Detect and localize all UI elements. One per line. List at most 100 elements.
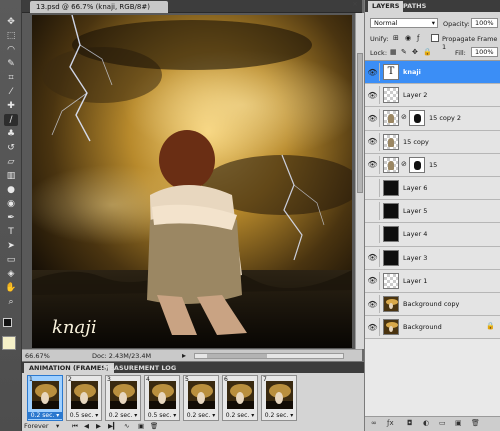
visibility-eye-icon[interactable]: 👁 [366, 132, 380, 151]
path-select-tool-icon[interactable]: ➤ [4, 240, 18, 252]
pen-tool-icon[interactable]: ✒ [4, 212, 18, 224]
clone-stamp-tool-icon[interactable]: ♣ [4, 128, 18, 140]
layer-thumbnail[interactable] [383, 296, 399, 312]
opacity-field[interactable]: 100% [471, 18, 498, 28]
animation-frame[interactable]: 1 0.2 sec. ▾ [27, 375, 63, 421]
new-frame-icon[interactable]: ▣ [138, 422, 144, 430]
layer-mask-thumbnail[interactable] [409, 110, 425, 127]
layer-thumbnail[interactable] [383, 226, 399, 243]
visibility-eye-icon[interactable]: 👁 [366, 155, 380, 174]
animation-frame[interactable]: 7 0.2 sec. ▾ [261, 375, 297, 421]
zoom-level[interactable]: 66.67% [25, 352, 50, 360]
vertical-scroll-thumb[interactable] [357, 53, 363, 193]
animation-frame[interactable]: 2 0.5 sec. ▾ [66, 375, 102, 421]
frame-delay[interactable]: 0.2 sec. ▾ [106, 412, 140, 419]
visibility-eye-icon[interactable]: 👁 [366, 318, 380, 337]
layer-mask-thumbnail[interactable] [409, 156, 425, 173]
canvas-area[interactable]: knaji [22, 13, 362, 349]
fill-field[interactable]: 100% [471, 47, 498, 57]
vertical-scrollbar[interactable] [355, 13, 364, 349]
frame-delay[interactable]: 0.2 sec. ▾ [262, 412, 296, 419]
blend-mode-select[interactable]: Normal ▾ [370, 18, 438, 28]
loop-dropdown-icon[interactable]: ▾ [56, 422, 59, 430]
layer-row[interactable]: 👁 15 copy [365, 130, 500, 154]
layer-thumbnail[interactable] [383, 87, 399, 104]
frame-delay[interactable]: 0.2 sec. ▾ [184, 412, 218, 419]
shape-tool-icon[interactable]: ▭ [4, 254, 18, 266]
unify-visibility-icon[interactable]: ◉ [405, 34, 411, 42]
visibility-eye-icon[interactable]: 👁 [366, 295, 380, 313]
frame-delay[interactable]: 0.5 sec. ▾ [145, 412, 179, 419]
tween-icon[interactable]: ∿ [124, 422, 129, 430]
tab-measurement-log[interactable]: MEASUREMENT LOG [98, 363, 181, 373]
visibility-eye-icon[interactable]: 👁 [366, 248, 380, 267]
layer-thumbnail[interactable] [383, 249, 399, 266]
close-icon[interactable]: × [352, 0, 358, 8]
lasso-tool-icon[interactable]: ◠ [4, 44, 18, 56]
zoom-tool-icon[interactable]: ⌕ [4, 296, 18, 308]
quick-mask-swatch[interactable] [2, 336, 16, 350]
layer-thumbnail[interactable] [383, 133, 399, 150]
visibility-eye-icon[interactable]: 👁 [366, 63, 380, 81]
frame-delay[interactable]: 0.2 sec. ▾ [223, 412, 257, 419]
visibility-eye-icon[interactable]: 👁 [366, 86, 380, 105]
layer-mask-icon[interactable]: ◘ [407, 419, 413, 427]
layer-thumbnail[interactable]: T [383, 64, 399, 80]
status-menu-arrow-icon[interactable]: ▸ [182, 351, 186, 360]
visibility-eye-icon[interactable] [366, 179, 380, 197]
dodge-tool-icon[interactable]: ◉ [4, 198, 18, 210]
move-tool-icon[interactable]: ✥ [4, 16, 18, 28]
layer-row[interactable]: 👁 Layer 3 [365, 246, 500, 270]
animation-frame[interactable]: 4 0.5 sec. ▾ [144, 375, 180, 421]
prev-frame-icon[interactable]: ◀ [84, 422, 89, 430]
history-brush-tool-icon[interactable]: ↺ [4, 142, 18, 154]
eraser-tool-icon[interactable]: ▱ [4, 156, 18, 168]
crop-tool-icon[interactable]: ⌗ [4, 72, 18, 84]
group-folder-icon[interactable]: ▭ [439, 419, 446, 427]
layer-style-icon[interactable]: ƒx [387, 419, 394, 427]
unify-position-icon[interactable]: ⊞ [393, 34, 399, 42]
layer-row[interactable]: 👁 Tknaji [365, 61, 500, 85]
healing-tool-icon[interactable]: ✚ [4, 100, 18, 112]
layer-row[interactable]: Layer 5 [365, 200, 500, 224]
unify-style-icon[interactable]: ƒ [417, 34, 419, 42]
layer-thumbnail[interactable] [383, 319, 399, 336]
gradient-tool-icon[interactable]: ▥ [4, 170, 18, 182]
layer-thumbnail[interactable] [383, 110, 399, 127]
first-frame-icon[interactable]: ⏮ [72, 422, 78, 431]
horizontal-scrollbar[interactable] [194, 353, 344, 359]
brush-tool-icon[interactable]: ∕ [4, 114, 18, 126]
layer-row[interactable]: Layer 6 [365, 177, 500, 201]
link-layers-icon[interactable]: ∞ [371, 419, 377, 427]
layer-row[interactable]: 👁 ⊘ 15 [365, 153, 500, 177]
play-icon[interactable]: ▶ [96, 422, 101, 430]
frame-delay[interactable]: 0.2 sec. ▾ [28, 412, 62, 419]
layer-row[interactable]: 👁 ⊘ 15 copy 2 [365, 107, 500, 131]
marquee-tool-icon[interactable]: ⬚ [4, 30, 18, 42]
lock-pixels-icon[interactable]: ✎ [401, 48, 407, 56]
mask-link-icon[interactable]: ⊘ [401, 113, 407, 121]
3d-tool-icon[interactable]: ◈ [4, 268, 18, 280]
eyedropper-tool-icon[interactable]: ⁄ [4, 86, 18, 98]
layer-row[interactable]: 👁 Background copy [365, 293, 500, 317]
next-frame-icon[interactable]: ▶▎ [108, 422, 118, 430]
lock-position-icon[interactable]: ✥ [412, 48, 418, 56]
propagate-checkbox[interactable] [431, 34, 439, 42]
visibility-eye-icon[interactable] [366, 225, 380, 244]
animation-frame[interactable]: 6 0.2 sec. ▾ [222, 375, 258, 421]
animation-frame[interactable]: 3 0.2 sec. ▾ [105, 375, 141, 421]
delete-frame-icon[interactable]: 🗑 [150, 422, 158, 430]
adjustment-layer-icon[interactable]: ◐ [423, 419, 429, 427]
layer-row[interactable]: 👁 Layer 2 [365, 84, 500, 108]
tab-paths[interactable]: PATHS [399, 1, 430, 12]
mask-link-icon[interactable]: ⊘ [401, 160, 407, 168]
layer-thumbnail[interactable] [383, 180, 399, 196]
layer-row[interactable]: Layer 4 [365, 223, 500, 247]
frame-delay[interactable]: 0.5 sec. ▾ [67, 412, 101, 419]
trash-icon[interactable]: 🗑 [471, 419, 480, 427]
visibility-eye-icon[interactable]: 👁 [366, 109, 380, 128]
type-tool-icon[interactable]: T [4, 226, 18, 238]
horizontal-scroll-thumb[interactable] [207, 354, 267, 358]
layer-row[interactable]: 👁 Background 🔒 [365, 316, 500, 340]
visibility-eye-icon[interactable]: 👁 [366, 271, 380, 290]
